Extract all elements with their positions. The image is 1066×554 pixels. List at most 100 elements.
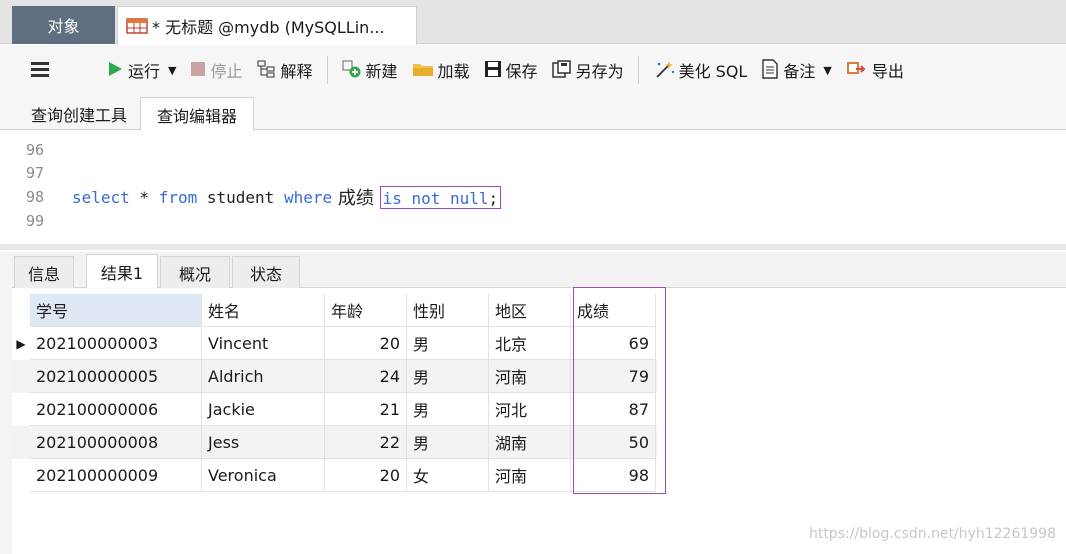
table-cell[interactable]: 24	[325, 360, 407, 393]
new-query-icon	[342, 60, 362, 81]
chevron-down-icon[interactable]: ▼	[168, 64, 176, 77]
table-cell[interactable]: 202100000009	[30, 459, 202, 492]
table-cell[interactable]: Jackie	[202, 393, 325, 426]
table-row[interactable]: 202100000006 Jackie 21 男河北 87	[12, 393, 657, 426]
sql-text: 成绩	[332, 188, 380, 209]
table-row[interactable]: 202100000008 Jess 22 男湖南 50	[12, 426, 657, 459]
table-cell[interactable]: Veronica	[202, 459, 325, 492]
editor-line: 96	[12, 138, 72, 162]
editor-mode-tabs: 查询创建工具 查询编辑器	[0, 95, 1066, 131]
table-cell[interactable]: 22	[325, 426, 407, 459]
sql-keyword: from	[158, 187, 198, 207]
highlighted-condition: is not null;	[379, 185, 502, 209]
table-cell[interactable]: 男	[407, 393, 489, 426]
table-cell[interactable]: 河南	[489, 360, 571, 393]
row-selector[interactable]	[12, 360, 30, 393]
panel-splitter[interactable]	[0, 244, 1066, 250]
table-cell[interactable]: 男	[407, 327, 489, 360]
table-cell[interactable]: 北京	[489, 327, 571, 360]
comment-label: 备注	[783, 62, 816, 81]
result-tabs: 信息 结果1 概况 状态	[12, 252, 1066, 288]
table-cell[interactable]: Vincent	[202, 327, 325, 360]
line-number: 96	[26, 141, 45, 159]
stop-button[interactable]: 停止	[190, 55, 243, 85]
tab-query-builder[interactable]: 查询创建工具	[20, 97, 138, 130]
run-label: 运行	[128, 62, 161, 81]
comment-button[interactable]: 备注 ▼	[761, 55, 832, 85]
table-cell[interactable]: Aldrich	[202, 360, 325, 393]
beautify-sql-label: 美化 SQL	[678, 62, 748, 81]
tab-info[interactable]: 信息	[14, 256, 74, 288]
save-label: 保存	[505, 62, 538, 81]
sql-keyword: where	[283, 187, 333, 207]
row-selector[interactable]	[12, 393, 30, 426]
run-button[interactable]: 运行 ▼	[106, 55, 176, 85]
export-button[interactable]: 导出	[846, 55, 904, 85]
stop-label: 停止	[210, 62, 243, 81]
column-header[interactable]: 姓名	[202, 294, 325, 327]
tab-profile[interactable]: 概况	[160, 256, 230, 288]
load-button[interactable]: 加载	[412, 55, 470, 85]
navicat-window: 对象 * 无标题 @mydb (MySQLLin... 运行 ▼ 停止 解释 新…	[0, 0, 1066, 554]
tab-status[interactable]: 状态	[232, 256, 300, 288]
sql-text: student	[197, 187, 284, 207]
toolbar-divider	[326, 56, 328, 84]
save-as-label: 另存为	[575, 62, 624, 81]
editor-line: 99	[12, 209, 72, 233]
current-row-marker-icon[interactable]: ▶	[12, 327, 30, 360]
save-button[interactable]: 保存	[484, 55, 538, 85]
table-cell[interactable]: 女	[407, 459, 489, 492]
sql-keyword: is not null	[382, 188, 489, 208]
save-icon	[484, 60, 502, 81]
new-label: 新建	[365, 62, 398, 81]
column-header[interactable]: 性别	[407, 294, 489, 327]
table-cell[interactable]: 202100000006	[30, 393, 202, 426]
explain-icon	[257, 60, 277, 81]
save-as-button[interactable]: 另存为	[551, 55, 624, 85]
highlight-box-score-column	[573, 287, 666, 494]
explain-label: 解释	[280, 62, 313, 81]
table-row[interactable]: ▶ 202100000003 Vincent 20 男北京 69	[12, 327, 657, 360]
toolbar-divider	[637, 56, 639, 84]
play-icon	[106, 60, 124, 81]
table-cell[interactable]: 河南	[489, 459, 571, 492]
tab-objects[interactable]: 对象	[12, 6, 115, 44]
table-header: 学号 姓名 年龄 性别 地区 成绩	[12, 294, 657, 327]
menu-button[interactable]	[30, 55, 54, 85]
folder-icon	[412, 60, 434, 81]
magic-wand-icon	[653, 60, 675, 81]
sql-text: *	[129, 187, 159, 207]
table-cell[interactable]: 202100000008	[30, 426, 202, 459]
tab-query-editor-mode[interactable]: 查询编辑器	[140, 97, 254, 131]
editor-line: 97	[12, 161, 72, 185]
table-cell[interactable]: 20	[325, 327, 407, 360]
table-cell[interactable]: 河北	[489, 393, 571, 426]
row-selector[interactable]	[12, 426, 30, 459]
line-number: 99	[26, 212, 45, 230]
table-row[interactable]: 202100000005 Aldrich 24 男河南 79	[12, 360, 657, 393]
sql-editor[interactable]: 96 97 98 select * from student where 成绩 …	[12, 131, 1066, 243]
table-cell[interactable]: 21	[325, 393, 407, 426]
row-selector[interactable]	[12, 459, 30, 492]
tab-query-editor[interactable]: * 无标题 @mydb (MySQLLin...	[117, 6, 417, 45]
table-cell[interactable]: 男	[407, 426, 489, 459]
column-header[interactable]: 年龄	[325, 294, 407, 327]
chevron-down-icon[interactable]: ▼	[823, 64, 831, 77]
note-icon	[761, 58, 779, 82]
table-cell[interactable]: 20	[325, 459, 407, 492]
export-label: 导出	[871, 62, 904, 81]
hamburger-icon	[30, 60, 50, 81]
table-cell[interactable]: 202100000005	[30, 360, 202, 393]
table-cell[interactable]: Jess	[202, 426, 325, 459]
column-header[interactable]: 学号	[30, 294, 202, 327]
beautify-sql-button[interactable]: 美化 SQL	[653, 55, 748, 85]
table-cell[interactable]: 湖南	[489, 426, 571, 459]
table-cell[interactable]: 男	[407, 360, 489, 393]
column-header[interactable]: 地区	[489, 294, 571, 327]
tab-result1[interactable]: 结果1	[86, 254, 158, 288]
table-cell[interactable]: 202100000003	[30, 327, 202, 360]
new-button[interactable]: 新建	[342, 55, 398, 85]
save-as-icon	[551, 59, 572, 81]
explain-button[interactable]: 解释	[257, 55, 313, 85]
table-row[interactable]: 202100000009 Veronica 20 女河南 98	[12, 459, 657, 492]
